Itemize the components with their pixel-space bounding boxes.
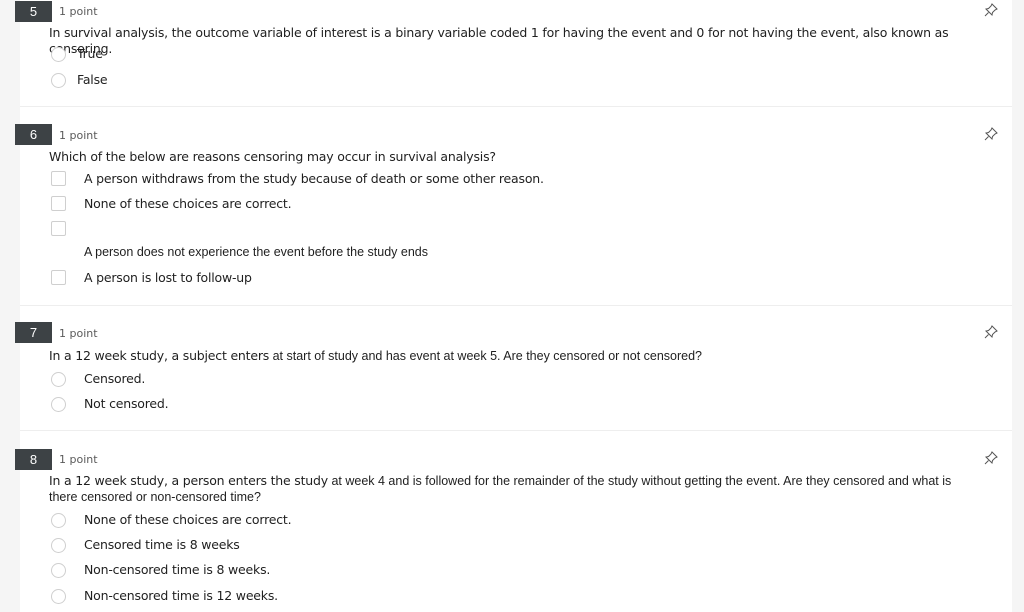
option-label: A person is lost to follow-up [84,270,252,285]
checkbox[interactable] [51,171,66,186]
pin-icon[interactable] [984,451,998,465]
question-points: 1 point [59,5,98,18]
option-label: True [77,46,103,61]
option-empty[interactable] [49,221,569,241]
option-lost-follow-up[interactable]: A person is lost to follow-up [49,270,569,290]
radio-button[interactable] [51,47,66,62]
question-number: 7 [15,322,52,343]
pin-icon[interactable] [984,127,998,141]
pin-icon[interactable] [984,325,998,339]
option-none[interactable]: None of these choices are correct. [49,196,569,216]
option-label: Censored. [84,371,146,386]
option-noncensored-8[interactable]: Non-censored time is 8 weeks. [49,562,349,582]
question-points: 1 point [59,129,98,142]
option-label: None of these choices are correct. [84,196,292,211]
prompt-part: In a 12 week study, a person enters the … [49,473,328,488]
divider [20,106,1012,107]
option-label: Censored time is 8 weeks [84,537,240,552]
question-prompt: In a 12 week study, a subject enters at … [49,348,979,364]
question-points: 1 point [59,327,98,340]
radio-button[interactable] [51,372,66,387]
option-withdraws[interactable]: A person withdraws from the study becaus… [49,171,569,191]
option-false[interactable]: False [49,72,349,92]
option-censored[interactable]: Censored. [49,371,349,391]
option-label: None of these choices are correct. [84,512,292,527]
option-label: A person does not experience the event b… [84,245,428,259]
divider [20,305,1012,306]
option-label: Non-censored time is 8 weeks. [84,562,271,577]
radio-button[interactable] [51,397,66,412]
option-label: False [77,72,108,87]
question-points: 1 point [59,453,98,466]
question-number: 6 [15,124,52,145]
radio-button[interactable] [51,589,66,604]
divider [20,430,1012,431]
checkbox[interactable] [51,221,66,236]
question-prompt: Which of the below are reasons censoring… [49,149,496,164]
radio-button[interactable] [51,73,66,88]
prompt-part: at start of study and has event at week … [269,349,703,363]
option-label: Not censored. [84,396,169,411]
radio-button[interactable] [51,538,66,553]
option-not-censored[interactable]: Not censored. [49,396,349,416]
checkbox[interactable] [51,196,66,211]
radio-button[interactable] [51,513,66,528]
option-true[interactable]: True [49,46,349,66]
pin-icon[interactable] [984,3,998,17]
question-number: 5 [15,1,52,22]
radio-button[interactable] [51,563,66,578]
option-noncensored-12[interactable]: Non-censored time is 12 weeks. [49,588,349,608]
prompt-part: In a 12 week study, a subject enters [49,348,270,363]
checkbox[interactable] [51,270,66,285]
option-no-event[interactable]: A person does not experience the event b… [49,245,569,265]
question-number: 8 [15,449,52,470]
question-prompt: In a 12 week study, a person enters the … [49,473,979,505]
option-censored-8[interactable]: Censored time is 8 weeks [49,537,349,557]
option-label: Non-censored time is 12 weeks. [84,588,278,603]
option-label: A person withdraws from the study becaus… [84,171,544,186]
option-none[interactable]: None of these choices are correct. [49,512,349,532]
